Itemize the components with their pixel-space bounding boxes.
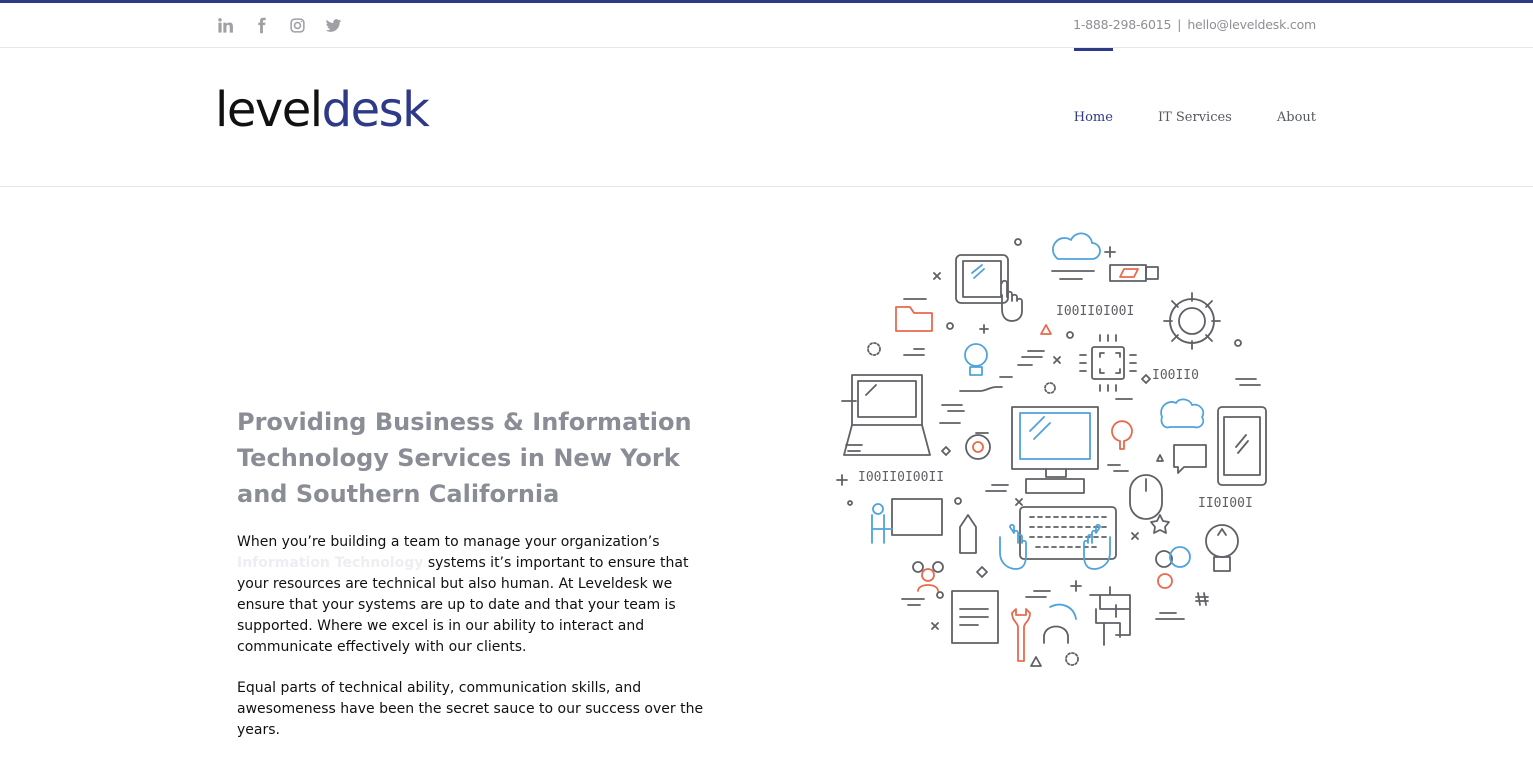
contact-separator: | (1177, 17, 1182, 32)
linkedin-icon[interactable] (215, 15, 235, 35)
twitter-icon[interactable] (323, 15, 343, 35)
headset-icon (1043, 625, 1069, 644)
email-link[interactable]: hello@leveldesk.com (1187, 17, 1316, 32)
it-highlight: Information Technology (237, 555, 424, 571)
top-bar: 1-888-298-6015 | hello@leveldesk.com (0, 3, 1533, 48)
monitor-icon (1011, 406, 1099, 494)
usb-icon (1109, 264, 1159, 282)
hash-icon (1195, 592, 1209, 606)
presenter-icon (871, 498, 943, 544)
binary-text-4: II0I00I (1198, 496, 1253, 511)
instagram-icon[interactable] (287, 15, 307, 35)
brain-icon (1160, 398, 1205, 429)
cloud-icon (1052, 232, 1101, 260)
tablet-icon (955, 254, 1023, 322)
it-services-illustration: I00II0I00I I00II0 I00II0I00II II0I00I (836, 232, 1267, 667)
laptop-icon (843, 374, 931, 456)
gears-icon (965, 434, 1191, 589)
contact-info: 1-888-298-6015 | hello@leveldesk.com (1073, 17, 1316, 32)
site-logo[interactable]: leveldesk (215, 86, 430, 134)
logo-part-level: level (215, 82, 323, 138)
site-header: leveldesk Home IT Services About (0, 48, 1533, 187)
chip-icon (1079, 334, 1137, 392)
hero-title: Providing Business & Information Technol… (237, 408, 692, 508)
binary-text-2: I00II0 (1152, 368, 1199, 383)
logo-part-desk: desk (321, 82, 430, 138)
intro-paragraph: When you’re building a team to manage yo… (237, 532, 717, 658)
idea-bulb-icon (1111, 420, 1133, 450)
nav-home[interactable]: Home (1073, 48, 1114, 187)
people-icon (912, 561, 944, 592)
phone-link[interactable]: 1-888-298-6015 (1073, 17, 1171, 32)
pencil-icon (959, 514, 977, 554)
binary-text-3: I00II0I00II (858, 470, 944, 485)
smartphone-icon (1217, 406, 1267, 486)
nav-it-services[interactable]: IT Services (1158, 48, 1232, 187)
keyboard-icon (1019, 506, 1117, 560)
intro-text-start: When you’re building a team to manage yo… (237, 534, 660, 550)
gear-icon (1163, 292, 1221, 350)
bulb-outline-icon (1205, 524, 1239, 572)
nav-about[interactable]: About (1277, 48, 1316, 187)
book-icon (951, 590, 999, 644)
main-nav: Home IT Services About (1073, 48, 1316, 187)
binary-text-1: I00II0I00I (1056, 304, 1134, 319)
chat-bubble-icon (1173, 444, 1207, 474)
lightbulb-icon (964, 343, 988, 376)
secondary-paragraph: Equal parts of technical ability, commun… (237, 680, 704, 738)
wrench-icon (1011, 608, 1031, 662)
left-hand-icon (999, 523, 1027, 570)
facebook-icon[interactable] (251, 15, 271, 35)
mouse-icon (1129, 474, 1163, 520)
circuit-icon (1089, 586, 1131, 646)
folder-icon (895, 306, 933, 332)
